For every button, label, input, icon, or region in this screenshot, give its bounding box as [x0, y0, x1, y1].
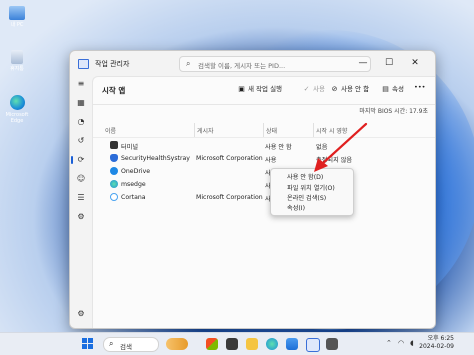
- table-row[interactable]: Cortana Microsoft Corporation 사: [93, 191, 435, 204]
- title-bar[interactable]: 작업 관리자 ⌕ 검색할 이름, 게시자 또는 PID... — ☐ ✕: [70, 51, 435, 76]
- more-options-button[interactable]: •••: [414, 83, 426, 91]
- page-title: 시작 앱: [102, 86, 126, 95]
- window-title: 작업 관리자: [95, 60, 130, 68]
- close-button[interactable]: ✕: [404, 55, 426, 71]
- bios-time-label: 마지막 BIOS 시간: 17.9초: [359, 108, 428, 115]
- search-icon: ⌕: [186, 59, 191, 68]
- clock-date: 2024-02-09: [419, 343, 454, 350]
- desktop-icon-edge[interactable]: Microsoft Edge: [3, 95, 31, 124]
- windows-logo-icon: [82, 338, 87, 343]
- sidebar-item-settings[interactable]: ⚙: [75, 308, 87, 320]
- app-name: msedge: [121, 181, 146, 188]
- column-header-name[interactable]: 이름: [105, 126, 116, 135]
- minimize-button[interactable]: —: [352, 55, 374, 71]
- taskbar: ⌕ 검색 ⌃ ◠ ◖ 오후 6:25 2024-02-09: [0, 332, 474, 355]
- properties-button[interactable]: ▤ 속성: [381, 83, 404, 93]
- enable-button[interactable]: ✓ 사용: [302, 83, 325, 93]
- column-divider[interactable]: [194, 123, 195, 137]
- column-header-publisher[interactable]: 게시자: [197, 126, 214, 135]
- column-header-status[interactable]: 상태: [266, 126, 277, 135]
- new-task-button[interactable]: ▣ 새 작업 실행: [237, 83, 282, 93]
- sidebar-item-details[interactable]: ☰: [75, 192, 87, 204]
- settings-taskbar-icon[interactable]: [286, 338, 298, 350]
- edge-icon: [110, 180, 118, 188]
- hamburger-icon[interactable]: ≡: [75, 78, 87, 90]
- taskbar-search-label: 검색: [120, 343, 132, 351]
- app-name: Cortana: [121, 194, 146, 201]
- clock[interactable]: 오후 6:25 2024-02-09: [419, 335, 454, 351]
- context-menu: 사용 안 함(D) 파일 위치 열기(O) 온라인 검색(S) 속성(I): [270, 168, 354, 216]
- clock-time: 오후 6:25: [427, 335, 454, 342]
- search-input[interactable]: ⌕ 검색할 이름, 게시자 또는 PID...: [179, 56, 371, 72]
- taskbar-search[interactable]: ⌕ 검색: [103, 337, 159, 352]
- header-divider: [93, 137, 435, 138]
- app-status: 사용: [265, 157, 277, 164]
- app-publisher: Microsoft Corporation: [196, 194, 263, 201]
- sidebar-item-users[interactable]: ☺: [75, 173, 87, 185]
- app-taskbar-icon[interactable]: [326, 338, 338, 350]
- table-row[interactable]: msedge 사: [93, 178, 435, 191]
- startup-apps-page: 시작 앱 ▣ 새 작업 실행 ✓ 사용 ⊘ 사용 안 함 ▤ 속성 ••• 마지막 BI…: [92, 76, 435, 328]
- app-status: 사용 안 함: [265, 144, 292, 151]
- new-task-icon: ▣: [238, 85, 245, 93]
- search-icon: ⌕: [109, 339, 114, 348]
- sidebar-item-startup-apps[interactable]: ⟳: [71, 154, 87, 166]
- sidebar: ≡ ▦ ◔ ↺ ⟳ ☺ ☰ ⚙ ⚙: [70, 76, 92, 328]
- recycle-bin-icon: [11, 50, 23, 64]
- properties-icon: ▤: [382, 85, 389, 93]
- menu-item-properties[interactable]: 속성(I): [287, 203, 305, 212]
- table-row[interactable]: 터미널 사용 안 함 없음: [93, 139, 435, 152]
- volume-icon[interactable]: ◖: [410, 339, 414, 347]
- desktop-icon-pc[interactable]: 내 PC: [3, 6, 31, 28]
- table-row[interactable]: SecurityHealthSystray Microsoft Corporat…: [93, 152, 435, 165]
- maximize-button[interactable]: ☐: [378, 55, 400, 71]
- app-publisher: Microsoft Corporation: [196, 155, 263, 162]
- shield-icon: [110, 154, 118, 162]
- cortana-icon: [110, 193, 118, 201]
- column-divider[interactable]: [263, 123, 264, 137]
- terminal-taskbar-icon[interactable]: [226, 338, 238, 350]
- start-button[interactable]: [82, 338, 93, 349]
- edge-icon: [9, 95, 25, 110]
- menu-item-search-online[interactable]: 온라인 검색(S): [287, 193, 326, 202]
- task-manager-icon: [78, 59, 89, 69]
- search-placeholder: 검색할 이름, 게시자 또는 PID...: [198, 62, 286, 70]
- app-name: SecurityHealthSystray: [121, 155, 190, 162]
- file-explorer-icon[interactable]: [246, 338, 258, 350]
- column-divider[interactable]: [313, 123, 314, 137]
- app-impact: 측정되지 않음: [316, 157, 353, 164]
- disable-icon: ⊘: [331, 85, 338, 93]
- column-header-impact[interactable]: 시작 시 영향: [316, 126, 347, 135]
- task-manager-window: 작업 관리자 ⌕ 검색할 이름, 게시자 또는 PID... — ☐ ✕ ≡ ▦…: [69, 50, 436, 329]
- tray-chevron-icon[interactable]: ⌃: [386, 339, 392, 347]
- desktop-icon-label: 내 PC: [10, 22, 24, 28]
- pc-icon: [9, 6, 25, 20]
- desktop-icon-label: Microsoft Edge: [5, 112, 29, 124]
- sidebar-item-processes[interactable]: ▦: [75, 97, 87, 109]
- onedrive-icon: [110, 167, 118, 175]
- store-icon[interactable]: [206, 338, 218, 350]
- widgets-icon[interactable]: [166, 338, 188, 350]
- desktop-icon-label: 휴지통: [10, 66, 24, 72]
- app-impact: 없음: [316, 144, 328, 151]
- app-name: OneDrive: [121, 168, 151, 175]
- desktop-icon-recycle-bin[interactable]: 휴지통: [3, 50, 31, 72]
- sidebar-item-performance[interactable]: ◔: [75, 116, 87, 128]
- menu-item-open-file-location[interactable]: 파일 위치 열기(O): [287, 183, 335, 192]
- edge-taskbar-icon[interactable]: [266, 338, 278, 350]
- disable-button[interactable]: ⊘ 사용 안 함: [330, 83, 370, 93]
- sidebar-item-app-history[interactable]: ↺: [75, 135, 87, 147]
- network-icon[interactable]: ◠: [398, 339, 404, 347]
- check-icon: ✓: [303, 85, 310, 93]
- app-name: 터미널: [121, 144, 139, 151]
- toolbar-divider: [93, 104, 435, 105]
- table-row[interactable]: OneDrive 사: [93, 165, 435, 178]
- sidebar-item-services[interactable]: ⚙: [75, 211, 87, 223]
- menu-item-disable[interactable]: 사용 안 함(D): [287, 172, 323, 181]
- terminal-icon: [110, 141, 118, 149]
- task-manager-taskbar-icon[interactable]: [306, 338, 320, 352]
